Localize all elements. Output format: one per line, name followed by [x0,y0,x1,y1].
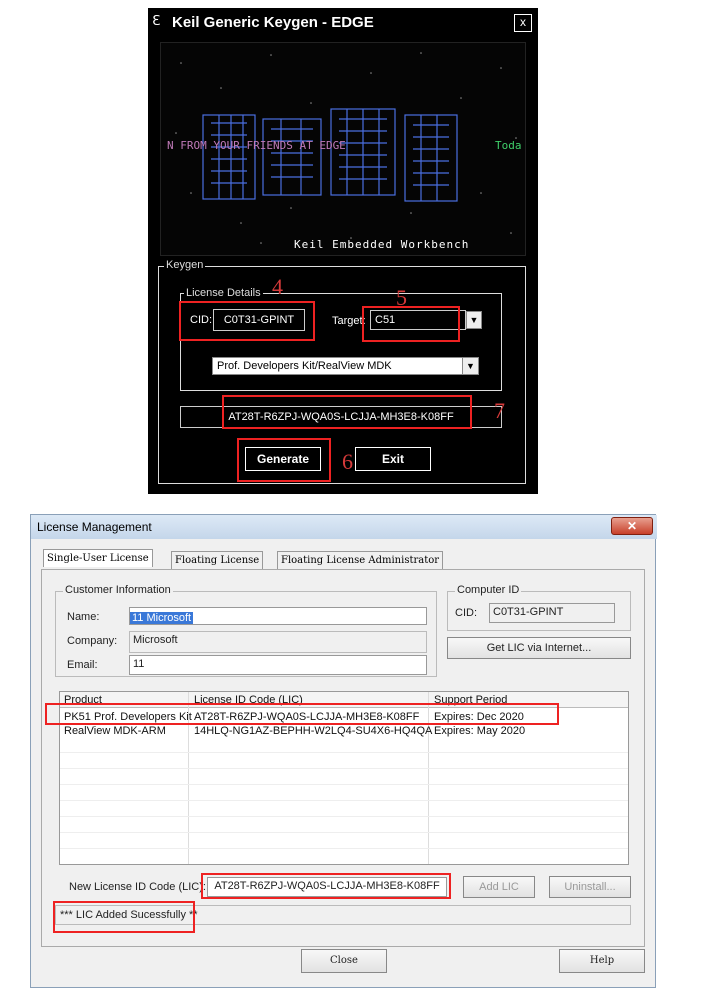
grid-line [60,800,628,801]
banner-footer: Keil Embedded Workbench [294,238,470,251]
highlight-box [45,703,559,725]
keygen-window: ℇ Keil Generic Keygen - EDGE x N FROM YO… [148,8,538,494]
computer-id-label: Computer ID [455,584,522,596]
get-lic-button[interactable]: Get LIC via Internet... [447,637,631,659]
close-icon[interactable]: ✕ [611,517,653,535]
name-label: Name: [67,611,100,623]
customer-info-label: Customer Information [63,584,173,596]
chevron-down-icon[interactable]: ▼ [462,357,479,375]
grid-line [60,816,628,817]
tab-single-user[interactable]: Single-User License [43,549,153,567]
banner-side-text: Toda [495,139,522,152]
grid-line [60,752,628,753]
tab-floating[interactable]: Floating License [171,551,264,569]
grid-line [60,848,628,849]
add-lic-button[interactable]: Add LIC [463,876,535,898]
highlight-box [237,438,331,482]
cell-product: RealView MDK-ARM [64,725,166,737]
grid-line [60,832,628,833]
email-field[interactable]: 11 [129,655,427,675]
highlight-box [53,901,195,933]
grid-line [60,784,628,785]
company-label: Company: [67,635,118,647]
license-management-window: License Management ✕ Single-User License… [30,514,657,988]
cell-support: Expires: May 2020 [434,725,526,737]
keygen-group-label: Keygen [164,259,206,271]
banner-scroll-text: N FROM YOUR FRIENDS AT EDGE [167,139,346,152]
cid-field[interactable]: C0T31-GPINT [489,603,615,623]
highlight-box [222,395,472,429]
keygen-title: Keil Generic Keygen - EDGE [172,14,374,31]
target-label: Target: [332,315,366,327]
new-lic-label: New License ID Code (LIC): [69,881,206,893]
chevron-down-icon[interactable]: ▼ [466,311,482,329]
cid-label: CID: [455,607,477,619]
highlight-box [179,301,315,341]
uninstall-button[interactable]: Uninstall... [549,876,631,898]
email-label: Email: [67,659,98,671]
close-icon[interactable]: x [514,14,532,32]
name-field[interactable]: 11 Microsoft [129,607,427,625]
annotation-number: 4 [272,274,283,299]
banner: N FROM YOUR FRIENDS AT EDGE Toda [160,42,526,256]
close-button[interactable]: Close [301,949,387,973]
help-button[interactable]: Help [559,949,645,973]
product-select[interactable]: Prof. Developers Kit/RealView MDK [212,357,464,375]
company-field[interactable]: Microsoft [129,631,427,653]
exit-button[interactable]: Exit [355,447,431,471]
tab-floating-admin[interactable]: Floating License Administrator [277,551,444,569]
highlight-box [362,306,460,342]
name-value: 11 Microsoft [130,612,194,624]
annotation-number: 7 [494,398,505,423]
table-row[interactable]: RealView MDK-ARM 14HLQ-NG1AZ-BEPHH-W2LQ4… [60,724,628,738]
banner-graphic: N FROM YOUR FRIENDS AT EDGE Toda [167,52,522,244]
license-window-title: License Management [31,515,657,539]
cell-lic: 14HLQ-NG1AZ-BEPHH-W2LQ4-SU4X6-HQ4QA [194,725,433,737]
annotation-number: 6 [342,449,353,474]
annotation-number: 5 [396,285,407,310]
highlight-box [201,873,451,899]
grid-line [60,768,628,769]
license-details-label: License Details [184,287,263,299]
